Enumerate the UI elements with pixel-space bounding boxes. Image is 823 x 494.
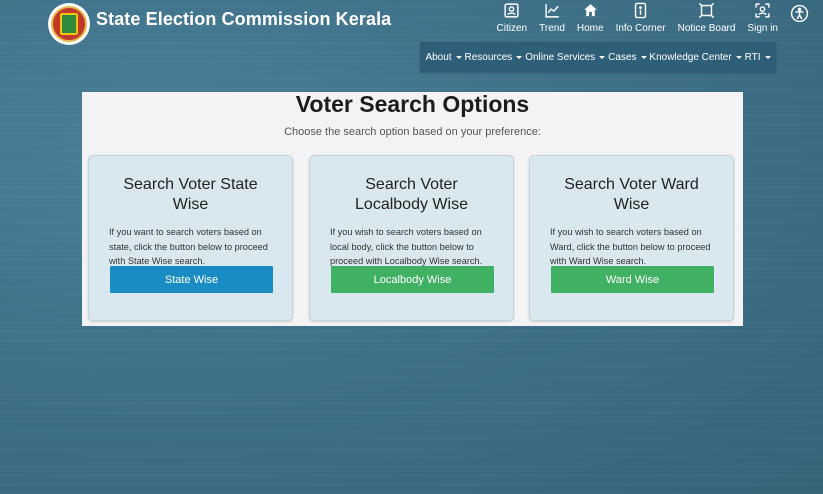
- caret-down-icon: [640, 55, 647, 59]
- citizen-icon: [504, 3, 519, 18]
- main-menu: About Resources Online Services Cases Kn…: [420, 42, 776, 72]
- card-ward-wise: Search Voter Ward Wise If you wish to se…: [529, 155, 734, 321]
- home-icon: [583, 4, 597, 17]
- top-nav-info-corner-label: Info Corner: [615, 23, 666, 34]
- voter-search-panel: Voter Search Options Choose the search o…: [82, 91, 743, 326]
- logo-emblem: [60, 13, 78, 35]
- top-nav-trend[interactable]: Trend: [539, 2, 565, 34]
- card-title: Search Voter Ward Wise: [564, 176, 699, 213]
- menu-cases[interactable]: Cases: [608, 51, 647, 63]
- card-title: Search Voter Localbody Wise: [355, 176, 468, 213]
- card-description: If you want to search voters based on st…: [109, 227, 268, 266]
- top-nav-notice-board-label: Notice Board: [677, 23, 736, 34]
- commission-logo[interactable]: [48, 3, 90, 45]
- caret-down-icon: [599, 55, 606, 59]
- menu-resources[interactable]: Resources: [465, 52, 523, 63]
- top-nav-home[interactable]: Home: [577, 2, 604, 34]
- menu-knowledge-center-label: Knowledge Center: [649, 51, 732, 63]
- top-nav-citizen-label: Citizen: [496, 23, 528, 34]
- menu-online-services-label: Online Services: [525, 51, 596, 63]
- menu-cases-label: Cases: [608, 51, 637, 63]
- logo-seal: [51, 6, 87, 42]
- caret-down-icon: [455, 55, 462, 59]
- site-title[interactable]: State Election Commission Kerala: [96, 9, 391, 30]
- menu-about-label: About: [425, 51, 452, 63]
- accessibility-icon: [790, 4, 809, 23]
- top-nav-trend-label: Trend: [539, 23, 565, 34]
- top-nav-citizen[interactable]: Citizen: [496, 2, 528, 34]
- top-nav-home-label: Home: [576, 23, 604, 34]
- caret-down-icon: [764, 55, 771, 59]
- ward-wise-button[interactable]: Ward Wise: [551, 266, 714, 293]
- sign-in-icon: [755, 3, 770, 18]
- caret-down-icon: [516, 55, 523, 59]
- card-title: Search Voter State Wise: [123, 176, 258, 213]
- menu-rti[interactable]: RTI: [745, 52, 771, 63]
- menu-knowledge-center[interactable]: Knowledge Center: [649, 51, 742, 63]
- menu-online-services[interactable]: Online Services: [525, 51, 606, 63]
- caret-down-icon: [735, 55, 742, 59]
- notice-board-icon: [698, 2, 715, 19]
- top-nav-sign-in[interactable]: Sign in: [747, 2, 778, 34]
- card-description: If you wish to search voters based on lo…: [330, 227, 483, 266]
- state-wise-button[interactable]: State Wise: [110, 266, 273, 293]
- card-localbody-wise: Search Voter Localbody Wise If you wish …: [309, 155, 514, 321]
- card-description: If you wish to search voters based on Wa…: [550, 227, 711, 266]
- top-nav-info-corner[interactable]: Info Corner: [616, 2, 666, 34]
- page-subtitle: Choose the search option based on your p…: [284, 126, 541, 138]
- menu-resources-label: Resources: [464, 51, 513, 63]
- menu-rti-label: RTI: [744, 51, 761, 63]
- localbody-wise-button[interactable]: Localbody Wise: [331, 266, 494, 293]
- info-icon: [634, 2, 647, 19]
- menu-about[interactable]: About: [425, 51, 462, 63]
- top-nav-notice-board[interactable]: Notice Board: [677, 2, 736, 34]
- trend-icon: [544, 4, 559, 18]
- top-nav-sign-in-label: Sign in: [747, 23, 778, 34]
- page-title: Voter Search Options: [295, 91, 530, 117]
- accessibility-button[interactable]: [790, 4, 809, 28]
- top-nav-icons: Citizen Trend Home Info Corner Notice Bo…: [485, 2, 809, 34]
- card-state-wise: Search Voter State Wise If you want to s…: [88, 155, 293, 321]
